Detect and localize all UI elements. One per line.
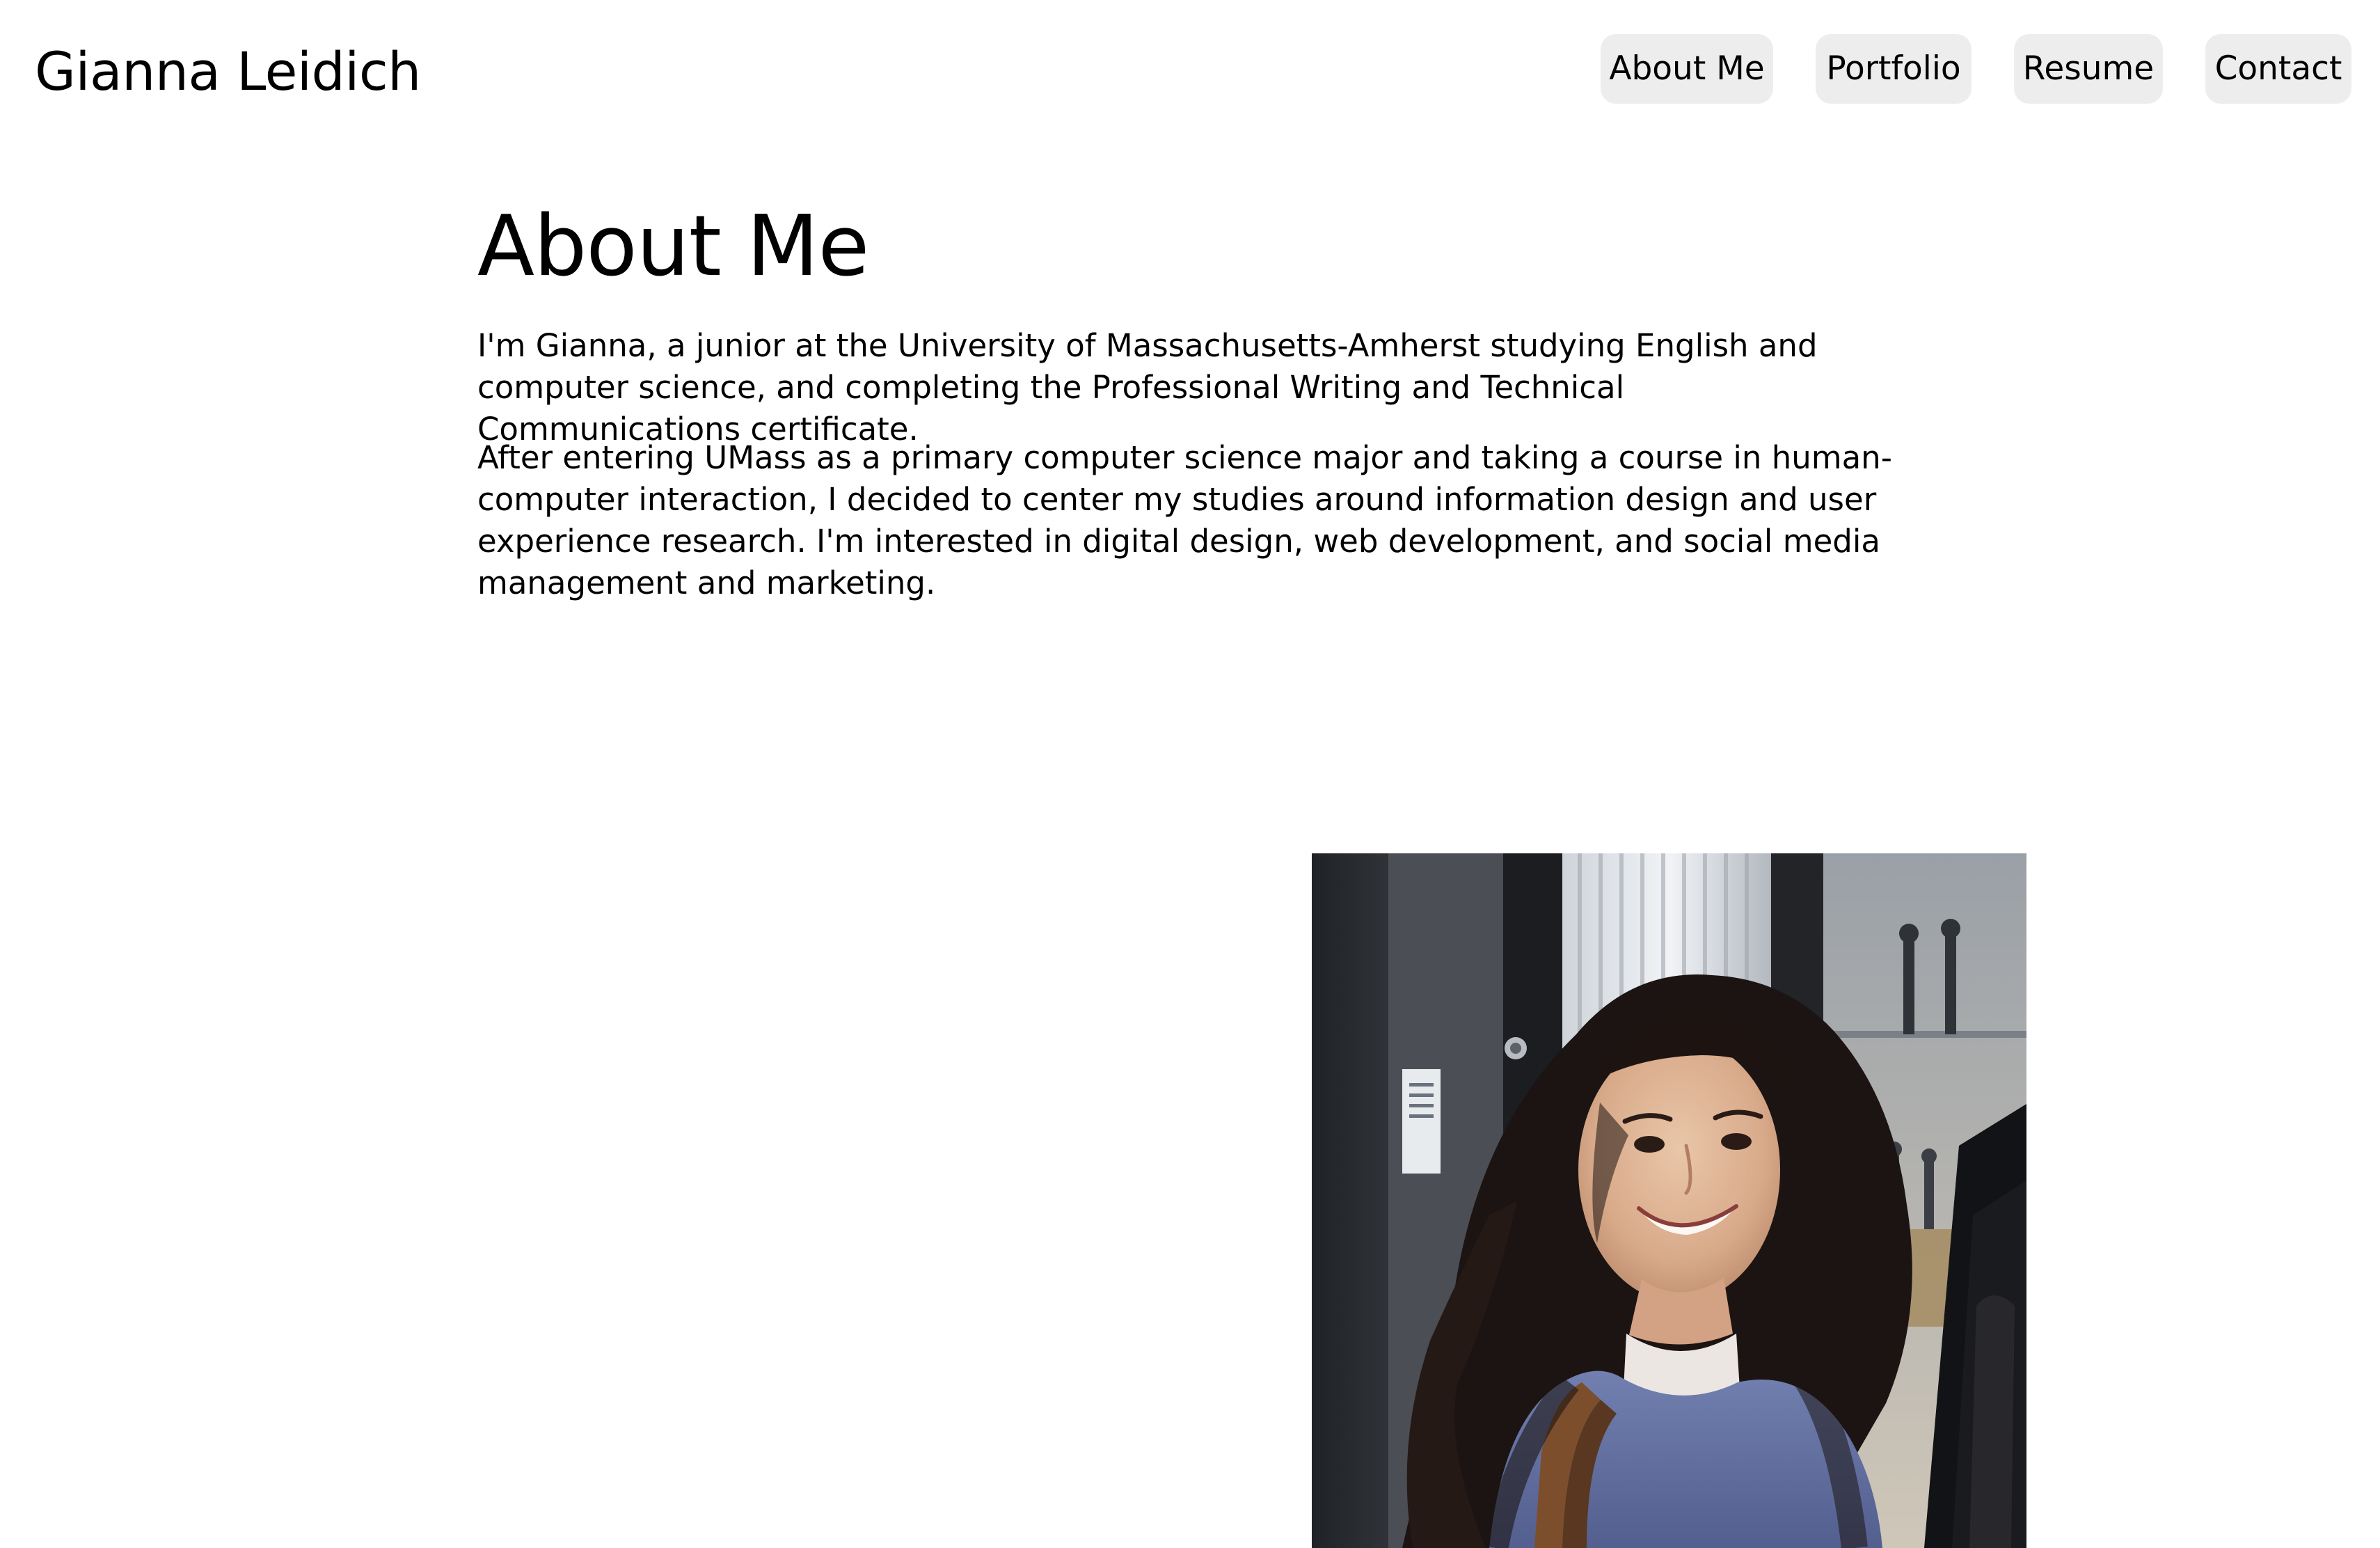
background-paragraph: After entering UMass as a primary comput… (477, 439, 1892, 601)
nav-resume-button[interactable]: Resume (2014, 34, 2163, 104)
nav-about-me-button[interactable]: About Me (1601, 34, 1773, 104)
intro-paragraph: I'm Gianna, a junior at the University o… (477, 327, 1818, 448)
page-title: About Me (477, 198, 869, 295)
nav-portfolio-button[interactable]: Portfolio (1816, 34, 1972, 104)
main-nav: About Me Portfolio Resume Contact (0, 34, 2380, 104)
nav-contact-button[interactable]: Contact (2205, 34, 2351, 104)
site-header: Gianna Leidich About Me Portfolio Resume… (0, 0, 2380, 139)
portrait-photo (1312, 853, 2026, 1548)
